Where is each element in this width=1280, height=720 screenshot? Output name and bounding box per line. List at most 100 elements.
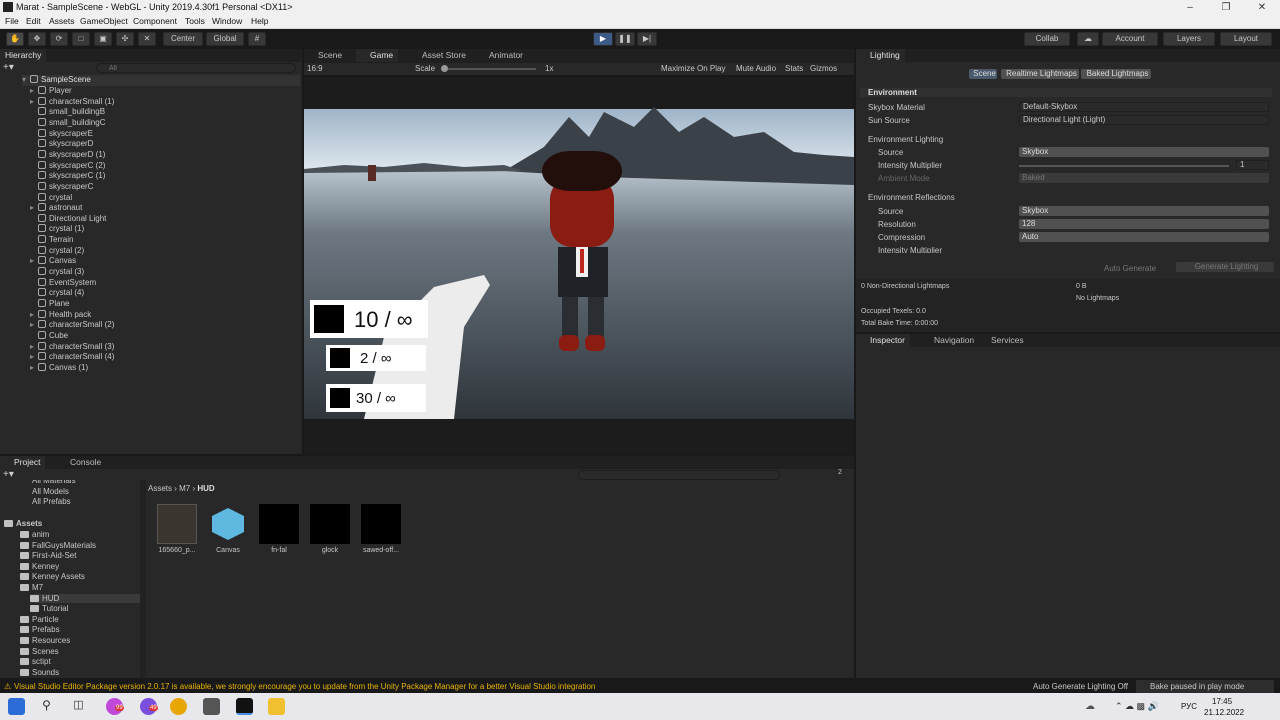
layout-dropdown[interactable]: Layout (1220, 32, 1272, 46)
scale-tool-icon[interactable]: □ (72, 32, 90, 46)
intensity-slider[interactable] (1019, 165, 1229, 167)
hand-tool-icon[interactable]: ✋ (6, 32, 24, 46)
chrome-icon[interactable] (170, 698, 187, 715)
hierarchy-item[interactable]: Cube (30, 330, 68, 342)
asset-thumb-shotgun[interactable] (361, 504, 401, 544)
hierarchy-search-input[interactable] (96, 63, 296, 73)
layers-dropdown[interactable]: Layers (1163, 32, 1215, 46)
expand-arrow-icon[interactable]: ▸ (30, 342, 38, 351)
create-asset-button[interactable]: +▾ (3, 469, 23, 480)
menu-window[interactable]: Window (212, 16, 242, 26)
language-indicator[interactable]: РУС (1181, 702, 1197, 711)
tree-scrollbar[interactable] (140, 480, 146, 678)
tab-services[interactable]: Services (986, 334, 1029, 347)
project-folder[interactable]: FallGuysMaterials (20, 541, 96, 550)
tab-inspector[interactable]: Inspector (856, 334, 910, 347)
mute-audio-toggle[interactable]: Mute Audio (736, 64, 776, 73)
hierarchy-item[interactable]: small_buildingC (30, 117, 105, 129)
environment-section[interactable]: Environment (860, 88, 1272, 97)
tab-animator[interactable]: Animator (479, 49, 528, 62)
expand-arrow-icon[interactable]: ▸ (30, 352, 38, 361)
tray-icons[interactable]: ⌃ ☁ ▩ 🔊 (1115, 701, 1159, 712)
rotate-tool-icon[interactable]: ⟳ (50, 32, 68, 46)
project-folder[interactable]: First-Aid-Set (20, 551, 76, 560)
app-icon-1[interactable]: 99 (106, 698, 124, 715)
menu-gameobject[interactable]: GameObject (80, 16, 128, 26)
hierarchy-item[interactable]: Terrain (30, 235, 73, 246)
hierarchy-item[interactable]: ▸ characterSmall (3) (30, 341, 114, 353)
hierarchy-item[interactable]: EventSystem (30, 277, 96, 289)
favorite-item[interactable]: All Models (32, 487, 69, 496)
generate-lighting-button[interactable]: Generate Lighting (1176, 262, 1274, 272)
pause-button[interactable]: ❚❚ (615, 32, 635, 46)
tab-hierarchy[interactable]: Hierarchy (0, 49, 47, 62)
gizmos-dropdown[interactable]: Gizmos (810, 64, 837, 73)
scale-slider[interactable] (444, 68, 536, 70)
asset-thumb-0[interactable] (157, 504, 197, 544)
step-button[interactable]: ▶| (637, 32, 657, 46)
hierarchy-item[interactable]: ▸ astronaut (30, 203, 82, 214)
stats-toggle[interactable]: Stats (785, 64, 803, 73)
resolution-dropdown[interactable]: 128 (1019, 219, 1269, 229)
app-icon-3[interactable] (203, 698, 220, 715)
scale-slider-handle[interactable] (441, 65, 448, 72)
breadcrumb-hud[interactable]: HUD (197, 484, 214, 493)
tab-lighting[interactable]: Lighting (856, 49, 905, 62)
play-button[interactable]: ▶ (593, 32, 613, 46)
source-dropdown[interactable]: Skybox (1019, 147, 1269, 157)
hierarchy-item[interactable]: skyscraperD (30, 139, 93, 150)
close-button[interactable]: ✕ (1244, 0, 1280, 15)
unity-taskbar-icon[interactable] (236, 698, 253, 715)
assets-root[interactable]: Assets (4, 519, 42, 528)
menu-file[interactable]: File (5, 16, 19, 26)
hierarchy-item[interactable]: crystal (3) (30, 267, 84, 278)
expand-arrow-icon[interactable]: ▸ (30, 203, 38, 212)
expand-arrow-icon[interactable]: ▸ (30, 256, 38, 265)
sun-source-field[interactable]: Directional Light (Light) (1019, 115, 1269, 125)
project-folder[interactable]: Scenes (20, 647, 59, 656)
app-icon-2[interactable]: 49 (140, 698, 158, 715)
search-icon[interactable]: ⚲ (38, 698, 55, 715)
project-folder[interactable]: Kenney Assets (20, 572, 85, 581)
tab-scene[interactable]: Scene (304, 49, 347, 62)
project-folder[interactable]: Resources (20, 636, 70, 645)
project-folder[interactable]: sctipt (20, 657, 51, 666)
menu-component[interactable]: Component (133, 16, 177, 26)
hierarchy-item[interactable]: crystal (30, 192, 72, 204)
hierarchy-item[interactable]: skyscraperE (30, 128, 93, 140)
hierarchy-item[interactable]: crystal (4) (30, 288, 84, 299)
hierarchy-item[interactable]: ▸ characterSmall (4) (30, 352, 114, 363)
breadcrumb-assets[interactable]: Assets (148, 484, 172, 493)
project-folder[interactable]: Tutorial (30, 604, 68, 613)
lighting-mode-realtime[interactable]: Realtime Lightmaps (1001, 69, 1079, 79)
weather-icon[interactable]: ☁ (1085, 701, 1095, 712)
tab-game[interactable]: Game (356, 49, 399, 62)
pivot-center-button[interactable]: Center (163, 32, 203, 46)
lighting-mode-scene[interactable]: Scene (969, 69, 997, 79)
lighting-mode-baked[interactable]: Baked Lightmaps (1081, 69, 1151, 79)
hierarchy-item[interactable]: ▸ characterSmall (1) (30, 96, 114, 108)
refl-source-dropdown[interactable]: Skybox (1019, 206, 1269, 216)
snap-icon[interactable]: # (248, 32, 266, 46)
auto-generate-toggle[interactable]: Auto Generate (1104, 264, 1156, 273)
clock-date[interactable]: 21.12.2022 (1204, 708, 1244, 717)
hierarchy-item[interactable]: Plane (30, 299, 69, 310)
menu-help[interactable]: Help (251, 16, 268, 26)
hierarchy-item[interactable]: skyscraperD (1) (30, 149, 105, 161)
project-folder[interactable]: Sounds (20, 668, 59, 677)
hierarchy-item[interactable]: skyscraperC (2) (30, 160, 105, 172)
add-object-button[interactable]: +▾ (3, 63, 23, 73)
aspect-dropdown[interactable]: 16:9 (307, 64, 411, 73)
rect-tool-icon[interactable]: ▣ (94, 32, 112, 46)
expand-arrow-icon[interactable]: ▸ (30, 97, 38, 106)
move-tool-icon[interactable]: ✥ (28, 32, 46, 46)
project-folder[interactable]: anim (20, 530, 49, 539)
tab-project[interactable]: Project (0, 456, 46, 469)
expand-arrow-icon[interactable]: ▸ (30, 363, 38, 372)
expand-arrow-icon[interactable]: ▸ (30, 310, 38, 319)
project-folder[interactable]: Particle (20, 615, 59, 624)
cloud-icon[interactable]: ☁ (1077, 32, 1099, 46)
transform-tool-icon[interactable]: ✣ (116, 32, 134, 46)
hierarchy-item[interactable]: crystal (1) (30, 224, 84, 235)
hidden-packages-count[interactable]: 2 (838, 469, 842, 476)
